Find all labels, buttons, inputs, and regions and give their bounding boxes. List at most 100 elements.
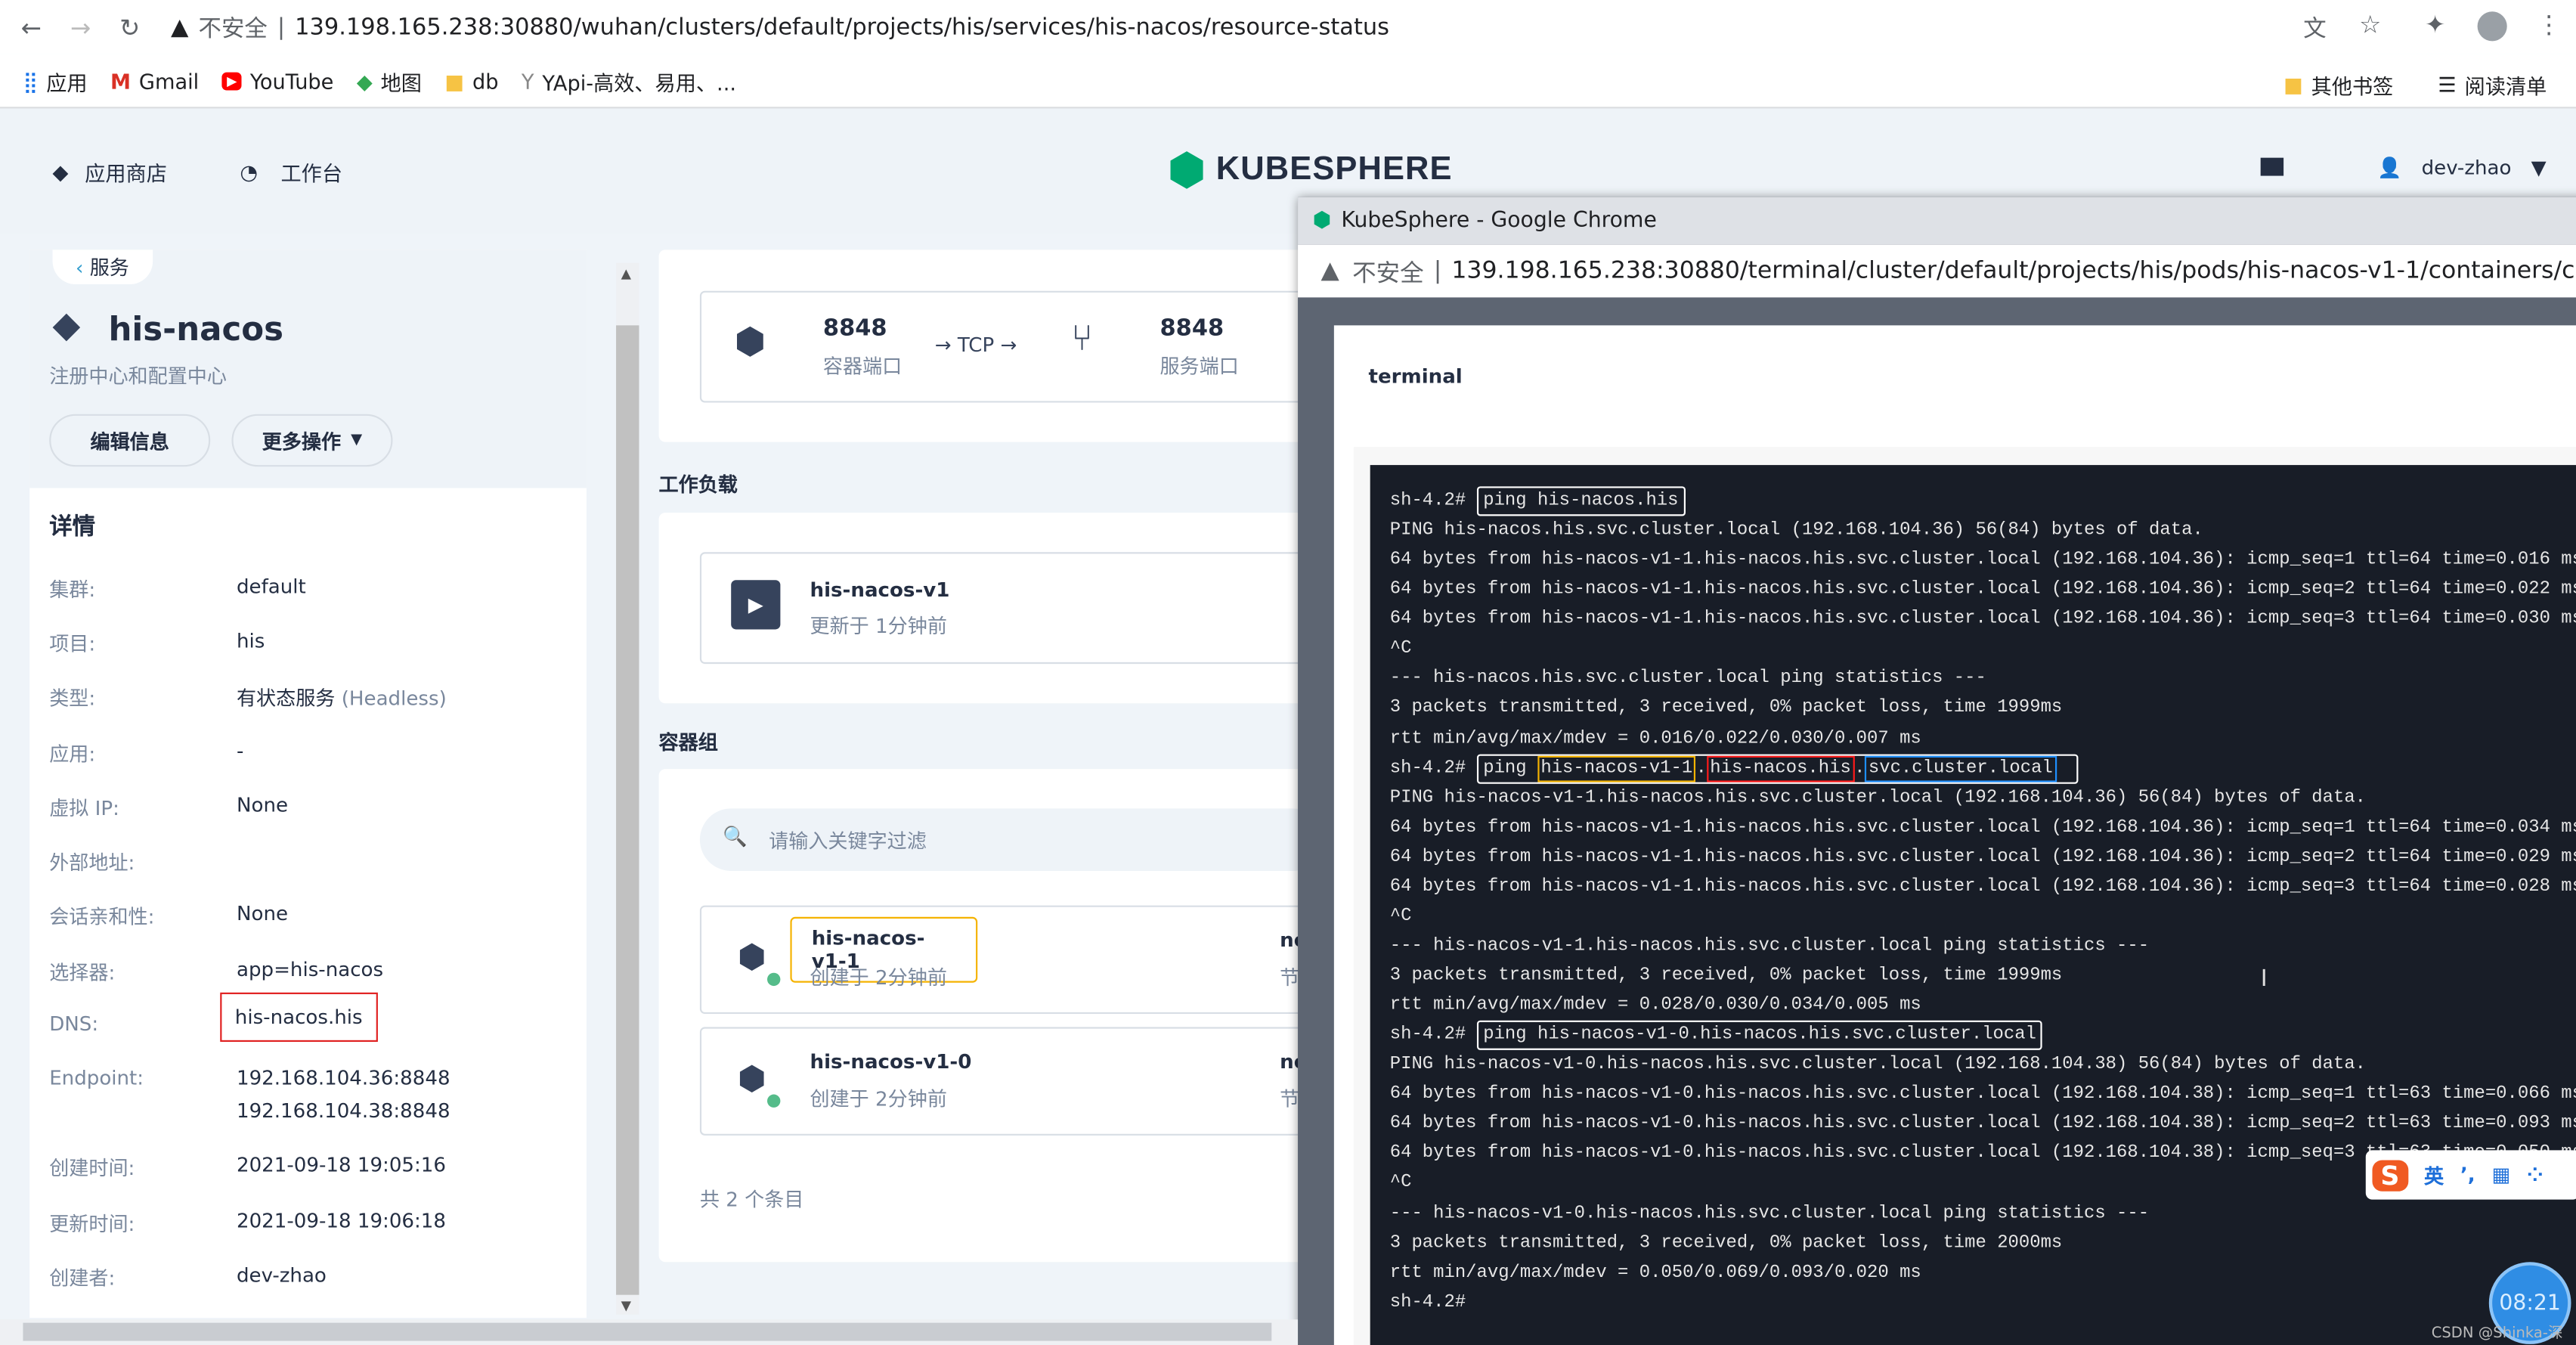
- maps-icon: ◆: [356, 68, 373, 93]
- popup-address-bar[interactable]: ▲ 不安全 | 139.198.165.238:30880/terminal/cl…: [1298, 244, 2576, 298]
- forward-icon[interactable]: →: [63, 12, 99, 42]
- terminal-line: --- his-nacos-v1-0.his-nacos.his.svc.clu…: [1389, 1204, 2150, 1224]
- kubesphere-logo-icon: ⬢: [1168, 144, 1206, 194]
- ime-toolbar[interactable]: S 英’, ▦ ⁘: [2365, 1150, 2576, 1200]
- bookmark-maps[interactable]: ◆ 地图: [357, 65, 422, 96]
- container-icon: ⬢: [734, 322, 766, 364]
- search-icon: 🔍: [723, 825, 748, 848]
- service-name: his-nacos: [108, 308, 284, 349]
- terminal-line: ^C: [1389, 906, 1412, 927]
- terminal-line: 64 bytes from his-nacos-v1-0.his-nacos.h…: [1389, 1085, 2576, 1105]
- shell-prompt: sh-4.2#: [1389, 1025, 1477, 1046]
- detail-value: app=his-nacos: [236, 958, 384, 981]
- pod-item[interactable]: ⬢ his-nacos-v1-1 创建于 2分钟前 no 节: [699, 905, 1324, 1015]
- bookmark-youtube[interactable]: ▶ YouTube: [221, 68, 333, 93]
- workload-name: his-nacos-v1: [810, 578, 950, 602]
- nav-app-store[interactable]: ◆ 应用商店: [53, 156, 167, 187]
- highlight-yellow: his-nacos-v1-1: [1537, 755, 1696, 782]
- detail-label: 更新时间:: [49, 1213, 135, 1236]
- address-bar[interactable]: ▲ 不安全 | 139.198.165.238:30880/wuhan/clust…: [171, 11, 1389, 43]
- more-actions-button[interactable]: 更多操作 ▼: [231, 414, 393, 467]
- horizontal-scrollbar[interactable]: [0, 1319, 1299, 1345]
- terminal-line: ^C: [1389, 640, 1412, 660]
- port-card: ⬢ 8848 容器端口 → TCP → ⑂ 8848 服务端口: [699, 290, 1324, 403]
- detail-value: None: [236, 902, 289, 925]
- detail-label: 外部地址:: [49, 851, 135, 875]
- reading-list[interactable]: ☰ 阅读清单: [2438, 69, 2547, 100]
- edit-info-button[interactable]: 编辑信息: [49, 414, 211, 467]
- terminal-line: 64 bytes from his-nacos-v1-1.his-nacos.h…: [1389, 877, 2576, 897]
- shell-prompt: sh-4.2#: [1389, 491, 1477, 511]
- terminal-line: --- his-nacos.his.svc.cluster.local ping…: [1389, 669, 1986, 690]
- terminal-line: sh-4.2#: [1389, 1292, 1466, 1312]
- warning-icon: ▲: [1321, 258, 1339, 285]
- detail-label: 集群:: [49, 578, 96, 602]
- bookmark-other[interactable]: ■ 其他书签: [2283, 69, 2393, 100]
- detail-value: dev-zhao: [236, 1263, 327, 1287]
- kubesphere-favicon: ⬢: [1312, 209, 1332, 234]
- detail-value: 2021-09-18 19:05:16: [236, 1153, 446, 1177]
- pods-total: 共 2 个条目: [699, 1188, 804, 1211]
- user-menu[interactable]: 👤 dev-zhao ▼: [2377, 156, 2547, 178]
- bookmark-apps[interactable]: ⣿ 应用: [23, 65, 87, 96]
- extensions-icon[interactable]: ✦: [2425, 10, 2445, 39]
- back-icon[interactable]: ←: [13, 12, 49, 42]
- terminal-line: 64 bytes from his-nacos-v1-0.his-nacos.h…: [1389, 1114, 2576, 1135]
- terminal-line: 3 packets transmitted, 3 received, 0% pa…: [1389, 1233, 2063, 1254]
- detail-label: 选择器:: [49, 961, 116, 984]
- nav-workbench[interactable]: ◔ 工作台: [240, 156, 342, 187]
- star-icon[interactable]: ☆: [2359, 10, 2381, 39]
- search-placeholder: 请输入关键字过滤: [769, 829, 927, 854]
- pods-title: 容器组: [658, 731, 718, 755]
- highlighted-command: ping his-nacos-v1-0.his-nacos.his.svc.cl…: [1476, 1020, 2043, 1051]
- workloads-title: 工作负载: [658, 473, 738, 497]
- detail-value: None: [236, 793, 289, 817]
- app-store-icon: ◆: [52, 159, 69, 184]
- browser-toolbar: ← → ↻ ▲ 不安全 | 139.198.165.238:30880/wuhan…: [0, 0, 2576, 54]
- detail-value: -: [236, 739, 244, 763]
- pod-node-label: 节: [1280, 1087, 1300, 1111]
- detail-value: 2021-09-18 19:06:18: [236, 1209, 446, 1233]
- bookmark-db[interactable]: ■ db: [444, 68, 498, 93]
- highlighted-command: ping his-nacos-v1-1. his-nacos.his. svc.cl…: [1476, 753, 2078, 783]
- chevron-down-icon: ▼: [2531, 156, 2547, 179]
- ports-section: ⬢ 8848 容器端口 → TCP → ⑂ 8848 服务端口: [658, 249, 1324, 442]
- workbench-icon: ◔: [240, 159, 259, 184]
- bookmark-yapi[interactable]: Y YApi-高效、易用、...: [522, 65, 736, 96]
- menu-icon[interactable]: ⋮: [2537, 10, 2562, 39]
- terminal-line: 64 bytes from his-nacos-v1-1.his-nacos.h…: [1389, 817, 2576, 838]
- detail-value: 192.168.104.38:8848: [236, 1099, 450, 1123]
- service-port-label: 服务端口: [1160, 355, 1239, 378]
- back-to-services[interactable]: ‹ 服务: [52, 249, 153, 285]
- detail-value-dns: his-nacos.his: [220, 992, 378, 1042]
- bookmark-gmail[interactable]: M Gmail: [110, 68, 199, 93]
- profile-avatar[interactable]: [2477, 11, 2507, 42]
- workloads-section: ▶ his-nacos-v1 更新于 1分钟前: [658, 513, 1324, 704]
- kubesphere-logo[interactable]: ⬢ KUBESPHERE: [1168, 144, 1452, 195]
- terminal-line: PING his-nacos-v1-0.his-nacos.his.svc.cl…: [1389, 1055, 2367, 1075]
- notification-icon[interactable]: [2260, 157, 2284, 176]
- pod-name: his-nacos-v1-0: [810, 1049, 972, 1074]
- detail-label: 应用:: [49, 742, 96, 766]
- detail-value: 有状态服务 (Headless): [236, 686, 447, 710]
- pod-item[interactable]: ⬢ his-nacos-v1-0 创建于 2分钟前 no 节: [699, 1027, 1324, 1136]
- terminal-line: sh-4.2# ping his-nacos.his: [1370, 486, 2576, 516]
- watermark: CSDN @Shinka-深深: [2431, 1325, 2563, 1343]
- workload-item[interactable]: ▶ his-nacos-v1 更新于 1分钟前: [699, 552, 1324, 665]
- popup-title: KubeSphere - Google Chrome: [1341, 209, 1657, 234]
- terminal[interactable]: sh-4.2# ping his-nacos.his PING his-nacos…: [1370, 465, 2576, 1345]
- service-detail-panel: ‹ 服务 ◆ his-nacos 注册中心和配置中心 编辑信息 更多操作 ▼ 详情…: [29, 249, 587, 1319]
- workload-icon: ▶: [731, 580, 781, 630]
- detail-label: 类型:: [49, 686, 96, 710]
- status-running-icon: [767, 972, 781, 987]
- terminal-line: 64 bytes from his-nacos-v1-1.his-nacos.h…: [1389, 847, 2576, 868]
- translate-icon[interactable]: ⽂: [2303, 11, 2326, 44]
- status-running-icon: [767, 1094, 781, 1108]
- terminal-line: rtt min/avg/max/mdev = 0.016/0.022/0.030…: [1389, 728, 1921, 749]
- terminal-line: 3 packets transmitted, 3 received, 0% pa…: [1389, 966, 2063, 987]
- terminal-line: 64 bytes from his-nacos-v1-1.his-nacos.h…: [1389, 580, 2576, 600]
- container-port-label: 容器端口: [822, 355, 903, 378]
- reload-icon[interactable]: ↻: [112, 12, 148, 42]
- scrollbar[interactable]: ▲ ▼: [616, 262, 639, 1315]
- pod-search-input[interactable]: 🔍 请输入关键字过滤: [699, 808, 1324, 871]
